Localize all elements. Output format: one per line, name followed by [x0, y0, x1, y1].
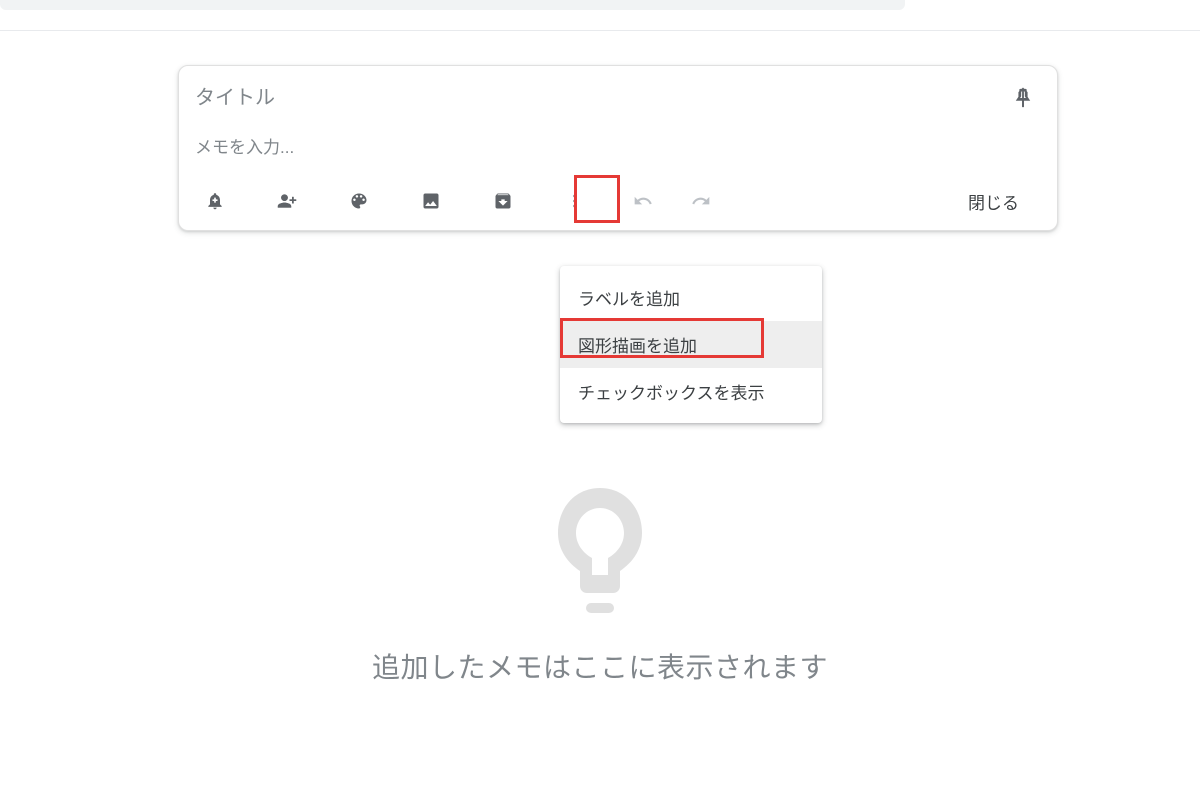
- menu-item-show-checkboxes[interactable]: チェックボックスを表示: [560, 368, 822, 415]
- undo-button[interactable]: [623, 181, 663, 221]
- close-button[interactable]: 閉じる: [946, 181, 1041, 222]
- palette-icon: [349, 191, 369, 211]
- more-vertical-icon: [565, 191, 585, 211]
- more-button[interactable]: [555, 181, 595, 221]
- undo-icon: [633, 191, 653, 211]
- image-icon: [421, 191, 441, 211]
- menu-item-add-drawing[interactable]: 図形描画を追加: [560, 321, 822, 368]
- note-body-input[interactable]: [195, 134, 1041, 178]
- menu-item-add-label[interactable]: ラベルを追加: [560, 274, 822, 321]
- header-divider: [0, 30, 1200, 31]
- note-title-input[interactable]: [195, 83, 1005, 114]
- palette-button[interactable]: [339, 181, 379, 221]
- remind-button[interactable]: [195, 181, 235, 221]
- empty-state-text: 追加したメモはここに表示されます: [372, 646, 828, 686]
- title-row: [195, 80, 1041, 116]
- empty-state: 追加したメモはここに表示されます: [0, 478, 1200, 686]
- note-toolbar: 閉じる: [195, 178, 1041, 224]
- bulb-icon: [540, 478, 660, 618]
- archive-button[interactable]: [483, 181, 523, 221]
- image-button[interactable]: [411, 181, 451, 221]
- person-add-icon: [277, 191, 297, 211]
- note-editor-card: 閉じる: [178, 65, 1058, 231]
- collaborator-button[interactable]: [267, 181, 307, 221]
- more-menu-dropdown: ラベルを追加 図形描画を追加 チェックボックスを表示: [560, 266, 822, 423]
- archive-icon: [493, 191, 513, 211]
- pin-icon: [1012, 87, 1034, 109]
- bell-plus-icon: [205, 191, 225, 211]
- pin-button[interactable]: [1005, 80, 1041, 116]
- window-chrome-fragment: [0, 0, 905, 10]
- redo-button[interactable]: [681, 181, 721, 221]
- redo-icon: [691, 191, 711, 211]
